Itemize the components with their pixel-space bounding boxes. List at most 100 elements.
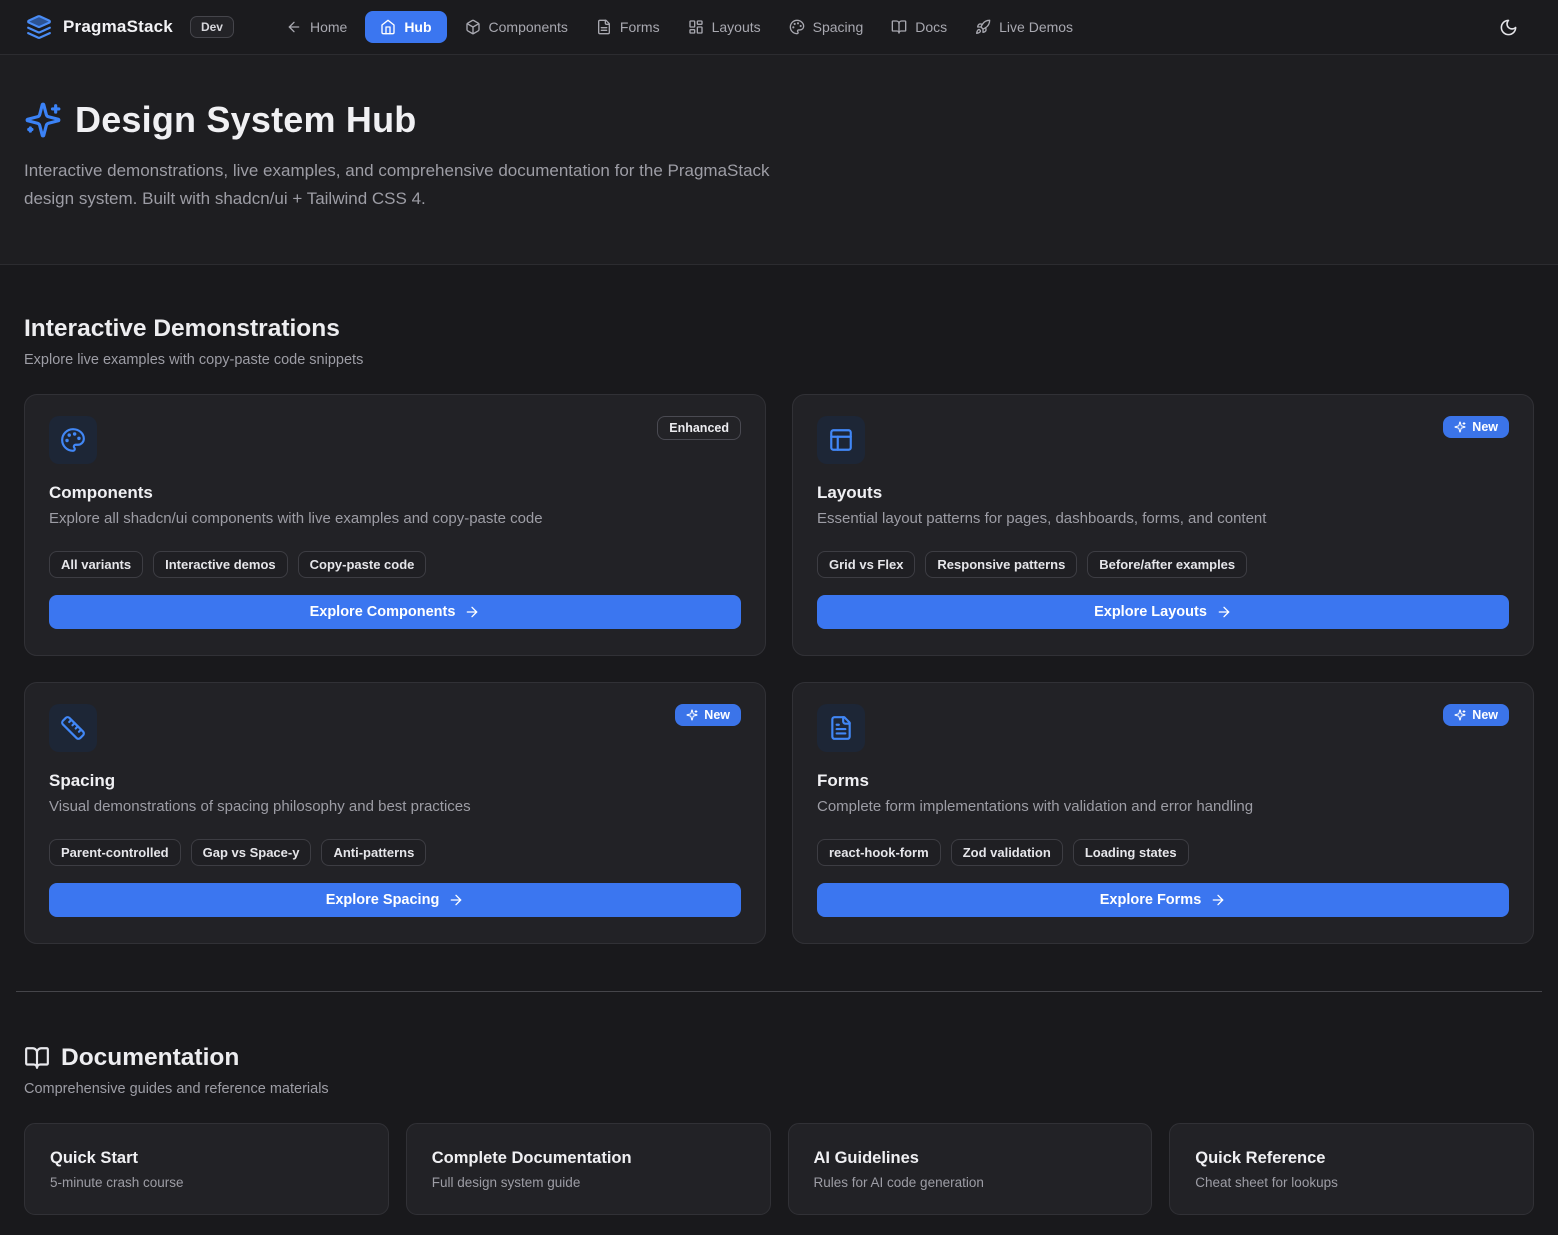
doc-card-complete-documentation[interactable]: Complete Documentation Full design syste… — [406, 1123, 771, 1215]
badge-label: New — [704, 708, 730, 722]
hero-section: Design System Hub Interactive demonstrat… — [0, 55, 1558, 265]
doc-card-grid: Quick Start 5-minute crash course Comple… — [24, 1123, 1534, 1215]
tag-chip: Grid vs Flex — [817, 551, 915, 578]
card-description: Explore all shadcn/ui components with li… — [49, 510, 741, 527]
nav-item-components[interactable]: Components — [455, 11, 578, 43]
nav-item-forms[interactable]: Forms — [586, 11, 670, 43]
badge-label: New — [1472, 420, 1498, 434]
explore-spacing-button[interactable]: Explore Spacing — [49, 883, 741, 917]
doc-card-title: Complete Documentation — [432, 1149, 745, 1168]
rocket-icon — [975, 19, 991, 35]
nav-label: Components — [489, 19, 568, 35]
nav-label: Live Demos — [999, 19, 1073, 35]
nav-item-live-demos[interactable]: Live Demos — [965, 11, 1083, 43]
nav-label: Spacing — [813, 19, 864, 35]
ruler-icon — [49, 704, 97, 752]
book-open-icon — [24, 1045, 50, 1071]
demo-card-spacing[interactable]: New Spacing Visual demonstrations of spa… — [24, 682, 766, 944]
card-description: Visual demonstrations of spacing philoso… — [49, 798, 741, 815]
nav-label: Layouts — [712, 19, 761, 35]
tag-chip: Gap vs Space-y — [191, 839, 312, 866]
tag-chip: Zod validation — [951, 839, 1063, 866]
demos-section: Interactive Demonstrations Explore live … — [24, 265, 1534, 944]
sparkles-icon — [1454, 421, 1466, 433]
package-icon — [465, 19, 481, 35]
docs-subheading: Comprehensive guides and reference mater… — [24, 1081, 1534, 1097]
moon-icon — [1499, 18, 1518, 37]
cta-label: Explore Spacing — [326, 892, 440, 908]
brand[interactable]: PragmaStack Dev — [26, 14, 234, 40]
card-title: Spacing — [49, 771, 741, 791]
file-text-icon — [596, 19, 612, 35]
card-title: Forms — [817, 771, 1509, 791]
brand-name: PragmaStack — [63, 17, 173, 37]
cta-label: Explore Components — [310, 604, 456, 620]
docs-section: Documentation Comprehensive guides and r… — [24, 992, 1534, 1235]
card-description: Essential layout patterns for pages, das… — [817, 510, 1509, 527]
page-title: Design System Hub — [75, 99, 416, 141]
tag-chip: Before/after examples — [1087, 551, 1247, 578]
top-nav-bar: PragmaStack Dev Home Hub Components Form… — [0, 0, 1558, 55]
home-icon — [380, 19, 396, 35]
layout-dashboard-icon — [688, 19, 704, 35]
doc-card-title: Quick Reference — [1195, 1149, 1508, 1168]
doc-card-description: 5-minute crash course — [50, 1175, 363, 1190]
demo-card-forms[interactable]: New Forms Complete form implementations … — [792, 682, 1534, 944]
new-badge: New — [675, 704, 741, 726]
tag-list: All variants Interactive demos Copy-past… — [49, 551, 741, 578]
file-text-icon — [817, 704, 865, 752]
cta-label: Explore Forms — [1100, 892, 1202, 908]
palette-icon — [789, 19, 805, 35]
layers-icon — [26, 14, 52, 40]
nav-item-layouts[interactable]: Layouts — [678, 11, 771, 43]
tag-list: Parent-controlled Gap vs Space-y Anti-pa… — [49, 839, 741, 866]
nav-item-docs[interactable]: Docs — [881, 11, 957, 43]
sparkles-icon — [686, 709, 698, 721]
tag-chip: Responsive patterns — [925, 551, 1077, 578]
nav-item-hub[interactable]: Hub — [365, 11, 446, 43]
doc-card-quick-start[interactable]: Quick Start 5-minute crash course — [24, 1123, 389, 1215]
doc-card-description: Full design system guide — [432, 1175, 745, 1190]
demo-card-layouts[interactable]: New Layouts Essential layout patterns fo… — [792, 394, 1534, 656]
doc-card-ai-guidelines[interactable]: AI Guidelines Rules for AI code generati… — [788, 1123, 1153, 1215]
demo-card-components[interactable]: Enhanced Components Explore all shadcn/u… — [24, 394, 766, 656]
page-subtitle: Interactive demonstrations, live example… — [24, 157, 779, 213]
explore-components-button[interactable]: Explore Components — [49, 595, 741, 629]
doc-card-quick-reference[interactable]: Quick Reference Cheat sheet for lookups — [1169, 1123, 1534, 1215]
new-badge: New — [1443, 416, 1509, 438]
tag-chip: All variants — [49, 551, 143, 578]
doc-card-description: Rules for AI code generation — [814, 1175, 1127, 1190]
demos-subheading: Explore live examples with copy-paste co… — [24, 352, 1534, 368]
tag-chip: Anti-patterns — [321, 839, 426, 866]
tag-chip: Interactive demos — [153, 551, 288, 578]
nav-item-spacing[interactable]: Spacing — [779, 11, 874, 43]
tag-list: react-hook-form Zod validation Loading s… — [817, 839, 1509, 866]
main-nav: Home Hub Components Forms Layouts Spacin… — [276, 11, 1083, 43]
arrow-right-icon — [1210, 892, 1226, 908]
demos-heading: Interactive Demonstrations — [24, 315, 1534, 343]
nav-label: Docs — [915, 19, 947, 35]
arrow-right-icon — [1216, 604, 1232, 620]
doc-card-title: AI Guidelines — [814, 1149, 1127, 1168]
nav-label: Forms — [620, 19, 660, 35]
env-badge: Dev — [190, 16, 234, 38]
card-title: Components — [49, 483, 741, 503]
tag-chip: Loading states — [1073, 839, 1189, 866]
badge-label: New — [1472, 708, 1498, 722]
tag-chip: Parent-controlled — [49, 839, 181, 866]
docs-heading: Documentation — [61, 1044, 239, 1072]
explore-forms-button[interactable]: Explore Forms — [817, 883, 1509, 917]
tag-chip: Copy-paste code — [298, 551, 427, 578]
doc-card-title: Quick Start — [50, 1149, 363, 1168]
explore-layouts-button[interactable]: Explore Layouts — [817, 595, 1509, 629]
panels-top-left-icon — [817, 416, 865, 464]
palette-icon — [49, 416, 97, 464]
card-title: Layouts — [817, 483, 1509, 503]
enhanced-badge: Enhanced — [657, 416, 741, 440]
arrow-right-icon — [448, 892, 464, 908]
theme-toggle-button[interactable] — [1499, 18, 1518, 37]
card-description: Complete form implementations with valid… — [817, 798, 1509, 815]
doc-card-description: Cheat sheet for lookups — [1195, 1175, 1508, 1190]
nav-item-home[interactable]: Home — [276, 11, 357, 43]
cta-label: Explore Layouts — [1094, 604, 1207, 620]
